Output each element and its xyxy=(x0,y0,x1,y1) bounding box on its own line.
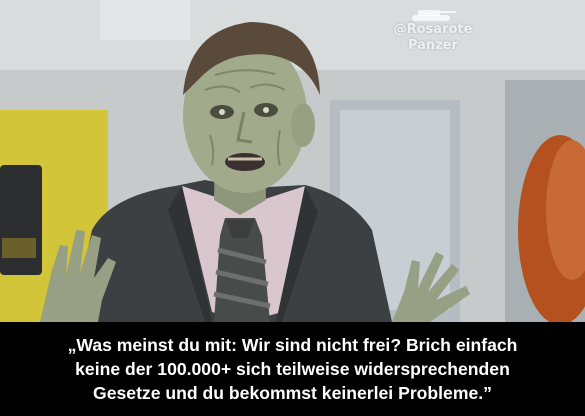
left-pupil xyxy=(219,109,225,115)
caption-line-1: „Was meinst du mit: Wir sind nicht frei?… xyxy=(67,335,518,355)
caption: „Was meinst du mit: Wir sind nicht frei?… xyxy=(0,322,585,416)
mouth xyxy=(225,153,265,171)
tank-icon xyxy=(412,10,456,21)
photo-illustration xyxy=(0,0,585,322)
watermark-name: Panzer xyxy=(407,38,458,53)
sign-label xyxy=(2,238,36,258)
photo: @Rosarote Panzer xyxy=(0,0,585,322)
caption-line-2: keine der 100.000+ sich teilweise widers… xyxy=(75,359,510,379)
watermark-handle: @Rosarote xyxy=(393,22,473,37)
meme-image: @Rosarote Panzer „Was meinst du mit: Wir… xyxy=(0,0,585,416)
dark-panel xyxy=(0,165,42,275)
caption-line-3: Gesetze und du bekommst keinerlei Proble… xyxy=(93,383,492,403)
ear xyxy=(291,103,315,147)
watermark: @Rosarote Panzer xyxy=(388,6,478,54)
ceiling-light xyxy=(100,0,190,40)
right-pupil xyxy=(263,107,269,113)
